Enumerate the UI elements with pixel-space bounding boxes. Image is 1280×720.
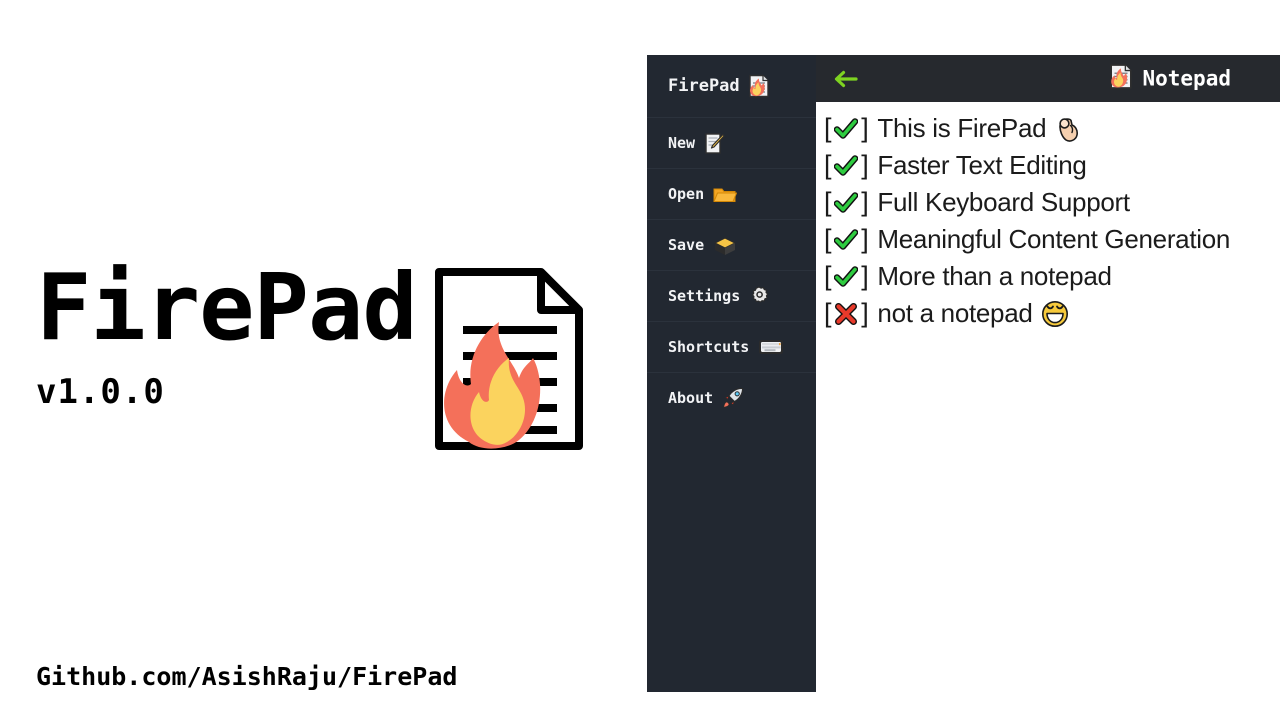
open-bracket: [	[824, 113, 832, 143]
close-bracket: ]	[861, 187, 869, 217]
open-bracket: [	[824, 298, 832, 328]
check-mark-icon	[831, 116, 861, 142]
memo-pencil-icon	[704, 132, 725, 155]
notepad-title-group: Notepad	[1109, 63, 1231, 94]
notepad-title: Notepad	[1142, 66, 1231, 91]
sidebar-brand-header: FirePad	[647, 55, 816, 117]
document-line-text: More than a notepad	[877, 261, 1112, 291]
document-line-text: Faster Text Editing	[877, 150, 1087, 180]
open-bracket: [	[824, 150, 832, 180]
firepad-document-flame-icon	[748, 74, 770, 98]
rocket-icon	[722, 387, 744, 409]
sidebar-item-label: Settings	[668, 287, 741, 305]
firepad-document-flame-icon	[1109, 63, 1133, 94]
sidebar-item-settings[interactable]: Settings	[647, 270, 816, 321]
brand-lockup: FirePad v1.0.0	[36, 262, 589, 454]
brand-title: FirePad	[36, 254, 418, 361]
sidebar-item-new[interactable]: New	[647, 117, 816, 168]
document-line: [ ] More than a notepad	[824, 258, 1280, 295]
document-line: [ ] Faster Text Editing	[824, 147, 1280, 184]
close-bracket: ]	[861, 150, 869, 180]
keyboard-icon	[758, 338, 784, 356]
notepad-pane: Notepad [ ] This is FirePad [] Faster T…	[816, 55, 1280, 720]
sidebar-item-label: About	[668, 389, 714, 407]
open-bracket: [	[824, 261, 832, 291]
notepad-header: Notepad	[816, 55, 1280, 102]
notepad-text-area[interactable]: [ ] This is FirePad [] Faster Text Edit…	[816, 102, 1280, 332]
sidebar-item-save[interactable]: Save	[647, 219, 816, 270]
app-sidebar: FirePad New Open Save Settings Shortcuts…	[647, 55, 816, 692]
check-mark-icon	[831, 227, 861, 253]
open-folder-icon	[713, 185, 738, 204]
gear-icon	[749, 286, 769, 306]
open-bracket: [	[824, 224, 832, 254]
open-bracket: [	[824, 187, 832, 217]
document-line-text: Full Keyboard Support	[877, 187, 1130, 217]
sidebar-item-label: Shortcuts	[668, 338, 750, 356]
document-line-text: This is FirePad	[877, 113, 1047, 143]
sidebar-brand-label: FirePad	[668, 76, 740, 96]
ok-hand-emoji	[1054, 115, 1082, 143]
brand-text-column: FirePad v1.0.0	[36, 254, 418, 413]
back-arrow-icon[interactable]	[830, 66, 860, 92]
cross-mark-icon	[831, 301, 861, 327]
firepad-logo-icon	[429, 264, 589, 454]
document-line: [ ] Meaningful Content Generation	[824, 221, 1280, 258]
close-bracket: ]	[861, 298, 869, 328]
sidebar-item-open[interactable]: Open	[647, 168, 816, 219]
check-mark-icon	[831, 153, 861, 179]
github-link[interactable]: Github.com/AsishRaju/FirePad	[36, 662, 457, 691]
screen-root: FirePad v1.0.0 Github.com/AsishRaju/Fire…	[0, 0, 1280, 720]
document-line: [ ] Full Keyboard Support	[824, 184, 1280, 221]
brand-version: v1.0.0	[36, 372, 165, 412]
sidebar-item-shortcuts[interactable]: Shortcuts	[647, 321, 816, 372]
check-mark-icon	[831, 190, 861, 216]
document-line: [ ] This is FirePad	[824, 110, 1280, 147]
sidebar-item-label: Open	[668, 185, 705, 203]
document-line-text: Meaningful Content Generation	[877, 224, 1231, 254]
check-mark-icon	[831, 264, 861, 290]
document-line: [ ] not a notepad	[824, 295, 1280, 332]
sidebar-item-label: Save	[668, 236, 705, 254]
sidebar-item-about[interactable]: About	[647, 372, 816, 423]
close-bracket: ]	[861, 113, 869, 143]
grinning-face-smiling-eyes-emoji	[1041, 300, 1069, 328]
close-bracket: ]	[861, 261, 869, 291]
document-line-text: not a notepad	[877, 298, 1033, 328]
card-file-box-icon	[713, 235, 737, 256]
sidebar-item-label: New	[668, 134, 696, 152]
branding-panel: FirePad v1.0.0 Github.com/AsishRaju/Fire…	[0, 0, 647, 720]
close-bracket: ]	[861, 224, 869, 254]
